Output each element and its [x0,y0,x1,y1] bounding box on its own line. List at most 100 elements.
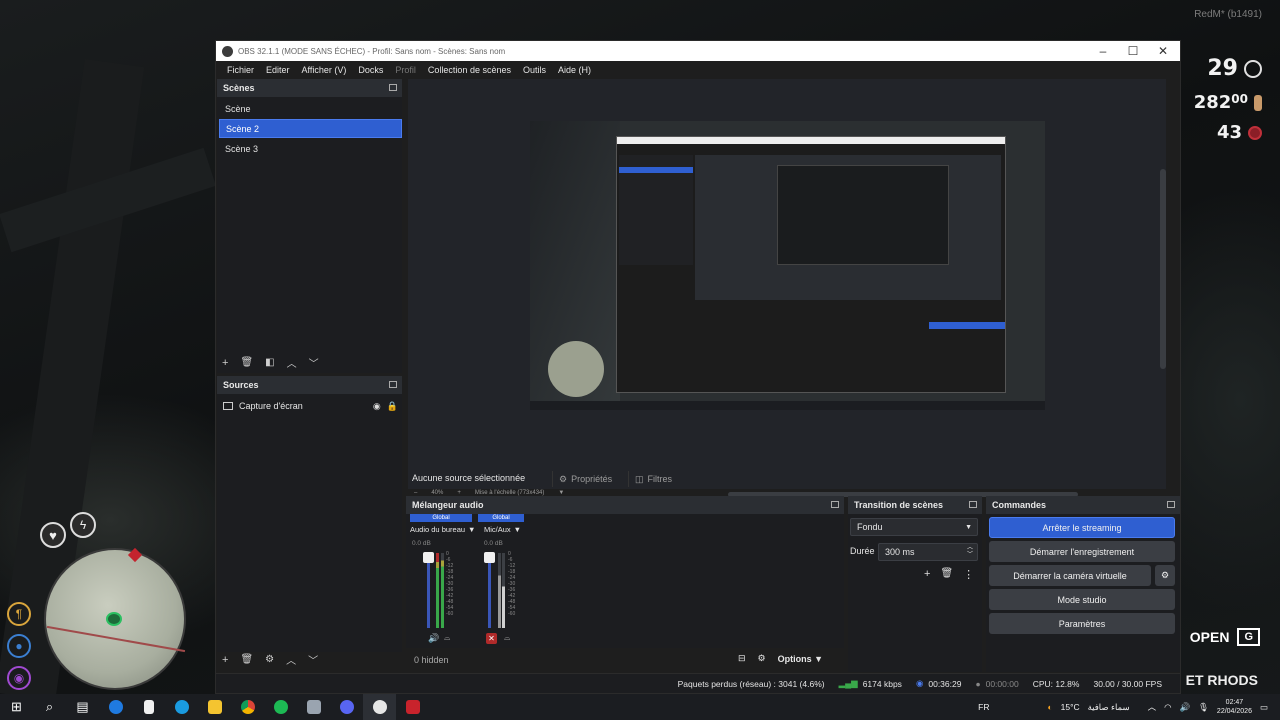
app-icon[interactable] [297,694,330,720]
source-item[interactable]: Capture d'écran ◉ 🔒 [223,398,398,414]
monitor-icon [223,402,233,410]
lock-icon[interactable]: 🔒 [387,401,398,412]
health-heart-icon: ♥ [40,522,66,548]
task-view-icon[interactable]: ▤ [66,694,99,720]
channel-desktop-header[interactable]: Audio du bureau ▼ [410,525,475,534]
scene-filters-icon[interactable]: ◧ [265,357,274,368]
dock-float-icon[interactable] [831,501,839,508]
properties-label: Propriétés [571,474,613,484]
clock[interactable]: 02:47 22/04/2026 [1217,698,1252,716]
close-button[interactable]: ✕ [1148,41,1178,61]
add-transition-icon[interactable]: + [924,568,930,581]
ammo-icon [1248,125,1262,140]
mixer-options-button[interactable]: Options ▼ [778,654,823,664]
volume-slider-track[interactable] [488,553,491,628]
source-settings-gear-icon[interactable]: ⚙ [265,654,274,665]
dropped-frames: Paquets perdus (réseau) : 3041 (4.6%) [677,678,825,689]
add-source-icon[interactable]: + [222,654,228,666]
remove-scene-icon[interactable]: 🗑 [240,357,253,368]
stepper-icon[interactable]: ︿ ﹀ [967,545,973,559]
edge-icon[interactable] [99,694,132,720]
open-key: G [1237,628,1260,646]
dock-float-icon[interactable] [389,84,397,91]
move-down-icon[interactable]: ﹀ [309,355,319,370]
horse-icon [1244,59,1262,78]
player-marker-icon [106,612,122,626]
headphones-icon[interactable]: ⌓ [504,633,510,643]
spotify-icon[interactable] [264,694,297,720]
source-name: Capture d'écran [239,401,303,411]
menu-fichier[interactable]: Fichier [221,65,260,75]
channel-db: 0.0 dB [412,540,431,547]
scene-item[interactable]: Scène 3 [219,139,402,158]
chevron-up-icon[interactable]: ︿ [1148,701,1157,713]
volume-slider-track[interactable] [427,553,430,628]
browser-icon[interactable] [165,694,198,720]
hud-top-number: 29 [1207,56,1238,81]
transition-menu-icon[interactable]: ⋮ [963,568,974,581]
mixer-settings-gear-icon[interactable]: ⚙ [758,653,766,664]
menu-docks[interactable]: Docks [352,65,389,75]
volume-icon[interactable]: 🔊 [1180,702,1191,713]
menu-outils[interactable]: Outils [517,65,552,75]
dock-float-icon[interactable] [1167,501,1175,508]
file-explorer-icon[interactable] [198,694,231,720]
volume-slider-handle[interactable] [484,552,495,563]
move-up-icon[interactable]: ︿ [286,652,296,667]
chrome-icon[interactable] [231,694,264,720]
redm-taskbar-icon[interactable] [396,694,429,720]
studio-mode-button[interactable]: Mode studio [989,589,1175,610]
add-scene-icon[interactable]: + [222,357,228,369]
record-time: 00:00:00 [985,678,1019,689]
mic-muted-icon[interactable]: ✕ [486,633,497,644]
start-recording-button[interactable]: Démarrer l'enregistrement [989,541,1175,562]
dock-float-icon[interactable] [969,501,977,508]
remove-source-icon[interactable]: 🗑 [240,654,253,665]
mic-icon[interactable]: 🎙 [1198,702,1209,713]
channel-mic-header[interactable]: Mic/Aux ▼ [484,525,521,534]
discord-icon[interactable] [330,694,363,720]
menu-profil[interactable]: Profil [389,65,422,75]
start-button[interactable]: ⊞ [0,694,33,720]
audio-meter [441,553,444,628]
visibility-eye-icon[interactable]: ◉ [373,401,381,412]
menu-aide[interactable]: Aide (H) [552,65,597,75]
scene-item[interactable]: Scène [219,99,402,118]
stamina-bolt-icon: ϟ [70,512,96,538]
stop-streaming-button[interactable]: Arrêter le streaming [989,517,1175,538]
obs-taskbar-icon[interactable] [363,694,396,720]
properties-button[interactable]: ⚙ Propriétés [552,471,618,487]
notifications-icon[interactable]: ▭ [1260,702,1268,713]
speaker-icon[interactable]: 🔊 [428,633,439,644]
filters-button[interactable]: ◫ Filtres [628,471,678,487]
volume-slider-handle[interactable] [423,552,434,563]
settings-button[interactable]: Paramètres [989,613,1175,634]
hud-count-number: 43 [1216,122,1242,143]
transition-type-select[interactable]: Fondu ▼ [850,518,978,536]
menu-collection[interactable]: Collection de scènes [422,65,517,75]
move-down-icon[interactable]: ﹀ [308,652,318,667]
minimize-button[interactable]: – [1088,41,1118,61]
minimap [44,547,186,690]
mixer-layout-icon[interactable]: ⊟ [738,653,746,664]
clock-time: 02:47 [1225,699,1244,706]
virtual-camera-settings-gear-icon[interactable]: ⚙ [1155,565,1175,586]
dock-float-icon[interactable] [389,381,397,388]
move-up-icon[interactable]: ︿ [287,355,297,370]
maximize-button[interactable]: ☐ [1118,41,1148,61]
headphones-icon[interactable]: ⌓ [444,633,450,643]
preview-vertical-scrollbar[interactable] [1160,169,1166,369]
search-icon[interactable]: ⌕ [33,694,66,720]
remove-transition-icon[interactable]: 🗑 [940,568,953,581]
menu-editer[interactable]: Editer [260,65,296,75]
notepad-icon[interactable] [132,694,165,720]
bitrate-indicator: ▂▄▆ 6174 kbps [839,678,902,689]
language-indicator[interactable]: FR [978,702,989,712]
scene-item-selected[interactable]: Scène 2 [219,119,402,138]
nested-canvas [777,165,949,265]
transitions-panel: Fondu ▼ Durée 300 ms ︿ ﹀ + 🗑 ⋮ [848,514,982,672]
network-icon[interactable]: ◠ [1164,702,1171,713]
duration-input[interactable]: 300 ms ︿ ﹀ [878,543,978,561]
menu-afficher[interactable]: Afficher (V) [296,65,353,75]
start-virtual-camera-button[interactable]: Démarrer la caméra virtuelle [989,565,1151,586]
